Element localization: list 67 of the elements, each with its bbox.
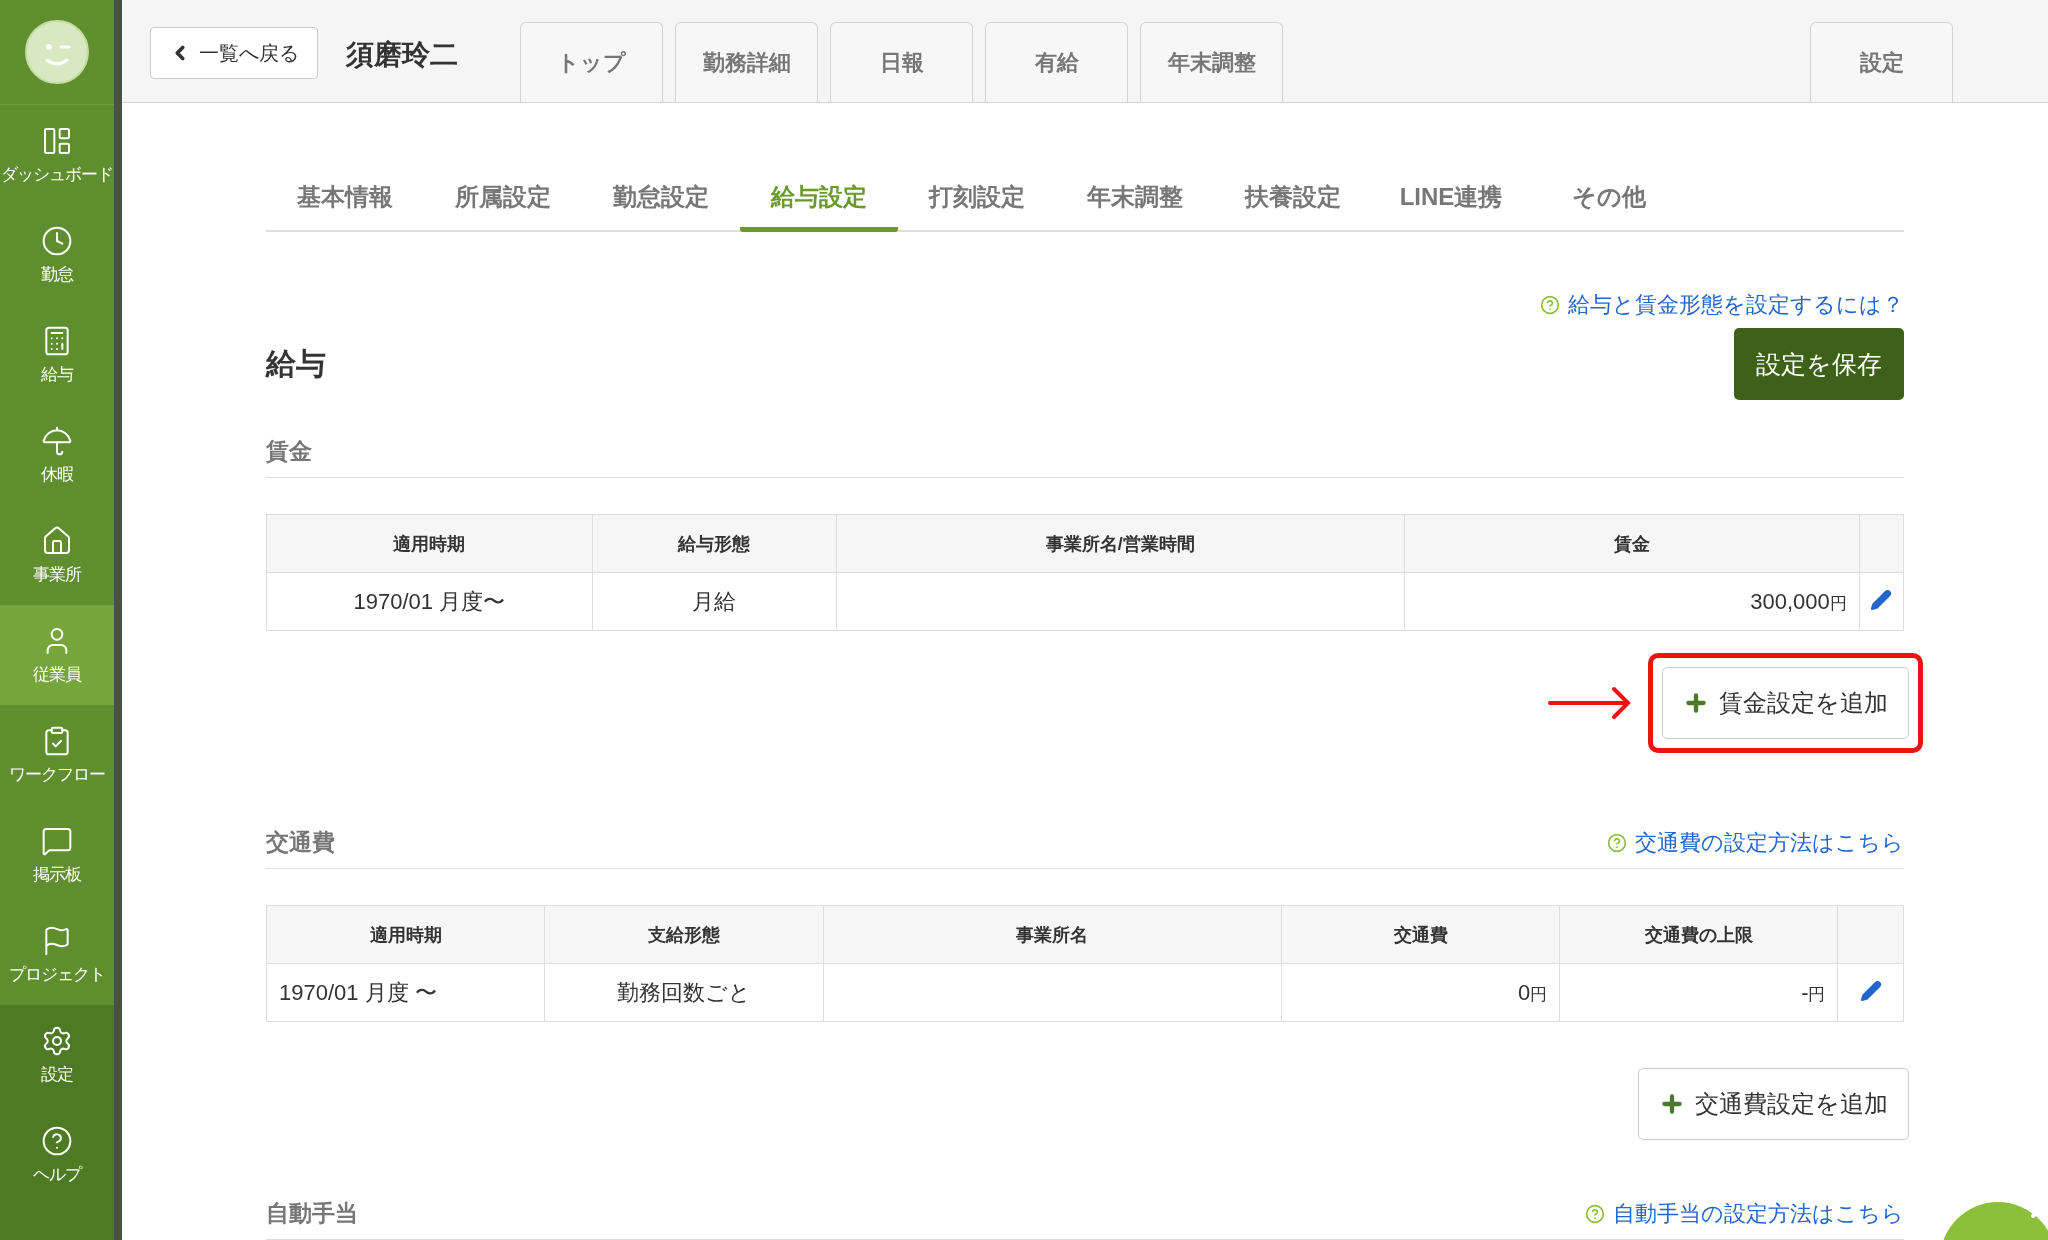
tab[interactable]: 有給 (985, 22, 1128, 102)
tab[interactable]: 日報 (830, 22, 973, 102)
column-header: 交通費 (1281, 905, 1560, 964)
tab[interactable]: トップ (520, 22, 663, 102)
sidebar-item[interactable]: 掲示板 (0, 805, 114, 905)
sidebar-item[interactable]: ヘルプ (0, 1105, 114, 1205)
tab[interactable]: 給与設定 (740, 171, 898, 232)
section-heading: 賃金 (266, 437, 312, 466)
table-cell: 月給 (592, 572, 837, 631)
sidebar-item[interactable]: 事業所 (0, 505, 114, 605)
table-cell: 勤務回数ごと (544, 963, 824, 1022)
tab[interactable]: 勤務詳細 (675, 22, 818, 102)
settings-icon (41, 1024, 73, 1057)
column-header: 事業所名/営業時間 (836, 514, 1405, 573)
help-icon (41, 1124, 73, 1157)
plus-icon (1659, 1091, 1685, 1117)
table-cell: 300,000円 (1404, 572, 1860, 631)
table-cell: 0円 (1281, 963, 1560, 1022)
tab[interactable]: 年末調整 (1140, 22, 1283, 102)
table-cell: -円 (1559, 963, 1838, 1022)
clock-icon (41, 224, 73, 257)
help-icon (1607, 833, 1627, 853)
sidebar-item[interactable]: ダッシュボード (0, 105, 114, 205)
home-icon (41, 524, 73, 557)
employee-name: 須磨玲二 (346, 38, 458, 72)
tab[interactable]: 所属設定 (424, 171, 582, 232)
help-icon (1540, 295, 1560, 315)
table-cell: 1970/01 月度 〜 (266, 963, 545, 1022)
tab[interactable]: 設定 (1810, 22, 1953, 102)
table-cell: 1970/01 月度〜 (266, 572, 593, 631)
help-link[interactable]: 交通費の設定方法はこちら (1607, 828, 1904, 858)
tab[interactable]: 勤怠設定 (582, 171, 740, 232)
column-header: 事業所名 (823, 905, 1282, 964)
sidebar-item[interactable]: 従業員 (0, 605, 114, 705)
tab[interactable]: 扶養設定 (1214, 171, 1372, 232)
sidebar-item[interactable]: 勤怠 (0, 205, 114, 305)
plus-icon (1683, 690, 1709, 716)
column-header: 給与形態 (592, 514, 837, 573)
tab[interactable]: 打刻設定 (898, 171, 1056, 232)
column-header: 適用時期 (266, 905, 545, 964)
help-link[interactable]: 自動手当の設定方法はこちら (1585, 1199, 1904, 1229)
edit-icon[interactable] (1859, 979, 1882, 1002)
help-link[interactable]: 給与と賃金形態を設定するには？ (1540, 290, 1904, 320)
column-header: 賃金 (1404, 514, 1860, 573)
sidebar-item[interactable]: 休暇 (0, 405, 114, 505)
help-icon (1585, 1204, 1605, 1224)
add-button[interactable]: 賃金設定を追加 (1662, 667, 1909, 739)
section-heading: 自動手当 (266, 1199, 358, 1228)
page-title: 給与 (266, 345, 326, 382)
avatar-icon[interactable] (25, 20, 89, 84)
sidebar-item[interactable]: 設定 (0, 1005, 114, 1105)
sidebar-item[interactable]: ワークフロー (0, 705, 114, 805)
back-button[interactable]: 一覧へ戻る (150, 27, 318, 79)
column-header: 支給形態 (544, 905, 824, 964)
tab[interactable]: LINE連携 (1372, 171, 1530, 232)
column-header: 適用時期 (266, 514, 593, 573)
sidebar-item[interactable]: プロジェクト (0, 905, 114, 1005)
save-button[interactable]: 設定を保存 (1734, 328, 1904, 400)
sidebar-item[interactable]: 給与 (0, 305, 114, 405)
column-header: 交通費の上限 (1559, 905, 1838, 964)
tab[interactable]: 年末調整 (1056, 171, 1214, 232)
edit-icon[interactable] (1870, 588, 1893, 611)
add-button[interactable]: 交通費設定を追加 (1638, 1068, 1909, 1140)
tab[interactable]: その他 (1530, 171, 1688, 232)
section-heading: 交通費 (266, 828, 335, 857)
tab[interactable]: 基本情報 (266, 171, 424, 232)
umbrella-icon (41, 424, 73, 457)
